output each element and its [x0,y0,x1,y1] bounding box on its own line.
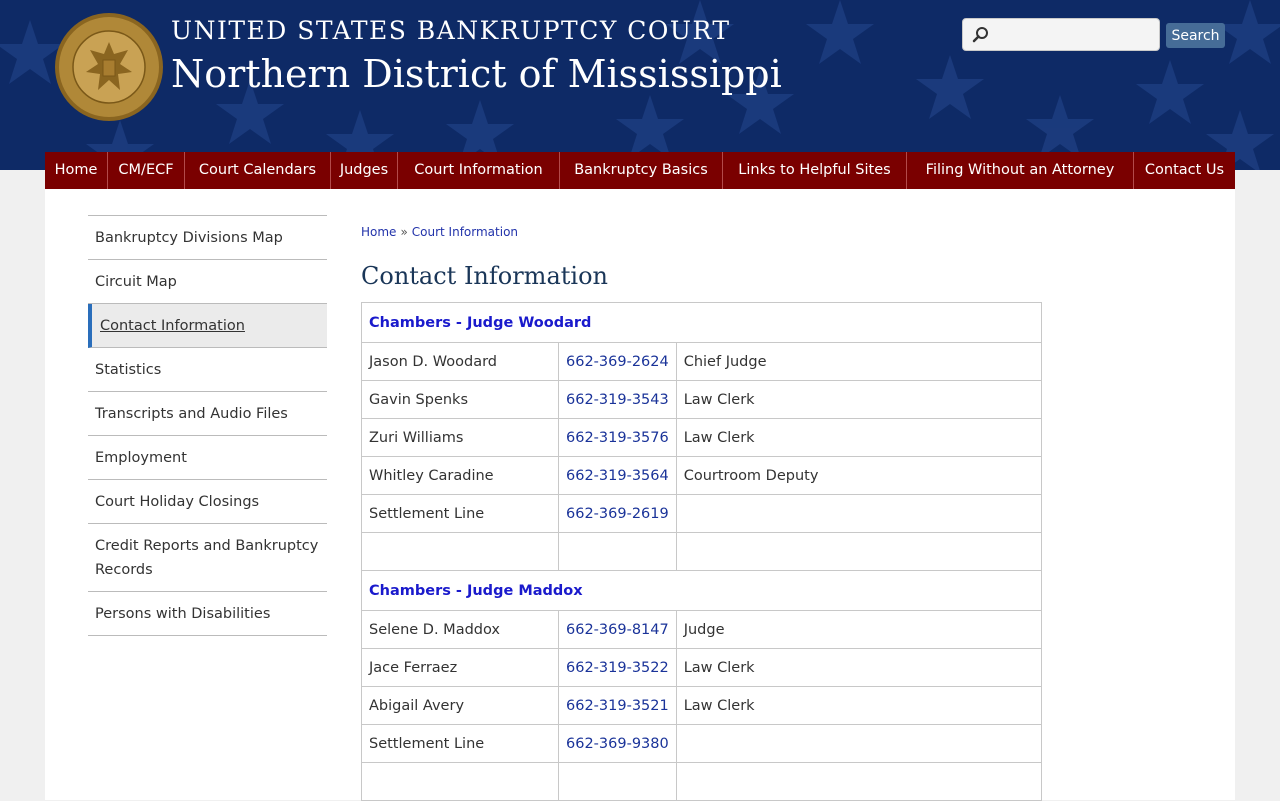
sidebar-item-circuit-map[interactable]: Circuit Map [88,260,327,304]
table-row: Selene D. Maddox 662-369-8147 Judge [361,610,1043,649]
phone-link [558,532,677,571]
phone-link[interactable]: 662-369-2624 [558,342,677,381]
nav-court-calendars[interactable]: Court Calendars [185,152,331,189]
contact-name: Gavin Spenks [361,380,559,419]
site-title-top: UNITED STATES BANKRUPTCY COURT [171,16,731,45]
sidebar-item-holiday-closings[interactable]: Court Holiday Closings [88,480,327,524]
contact-name: Jason D. Woodard [361,342,559,381]
contact-name: Settlement Line [361,494,559,533]
breadcrumb-home-link[interactable]: Home [361,225,396,239]
sidebar-item-contact-information[interactable]: Contact Information [88,304,327,348]
search-button[interactable]: Search [1166,23,1225,48]
phone-link[interactable]: 662-319-3522 [558,648,677,687]
table-row: Jason D. Woodard 662-369-2624 Chief Judg… [361,342,1043,381]
sidebar-item-label: Transcripts and Audio Files [95,406,288,422]
court-seal-logo [55,13,163,121]
contact-table: Chambers - Judge Woodard Jason D. Woodar… [361,302,1043,801]
phone-link [558,762,677,801]
contact-role: Law Clerk [675,380,1043,419]
nav-court-information[interactable]: Court Information [398,152,560,189]
table-row: Jace Ferraez 662-319-3522 Law Clerk [361,648,1043,687]
nav-filing-without-attorney[interactable]: Filing Without an Attorney [907,152,1134,189]
sidebar-item-credit-reports[interactable]: Credit Reports and Bankruptcy Records [88,524,327,592]
contact-role: Law Clerk [675,418,1043,457]
breadcrumb-court-information-link[interactable]: Court Information [412,225,518,239]
table-row: Settlement Line 662-369-9380 [361,724,1043,763]
sidebar-item-transcripts[interactable]: Transcripts and Audio Files [88,392,327,436]
contact-role [675,532,1043,571]
nav-links-helpful-sites[interactable]: Links to Helpful Sites [723,152,907,189]
nav-judges[interactable]: Judges [331,152,398,189]
sidebar-item-label: Contact Information [100,318,245,334]
search-icon [972,27,988,43]
breadcrumb-separator: » [400,225,408,239]
chambers-heading-link[interactable]: Chambers - Judge Maddox [361,570,1042,611]
table-row: Gavin Spenks 662-319-3543 Law Clerk [361,380,1043,419]
search-input[interactable] [993,23,1157,48]
table-row: Abigail Avery 662-319-3521 Law Clerk [361,686,1043,725]
contact-role [675,762,1043,801]
sidebar-item-label: Statistics [95,362,162,378]
contact-name [361,532,559,571]
table-row: Settlement Line 662-369-2619 [361,494,1043,533]
nav-home[interactable]: Home [45,152,108,189]
phone-link[interactable]: 662-319-3576 [558,418,677,457]
sidebar-item-bankruptcy-divisions-map[interactable]: Bankruptcy Divisions Map [88,216,327,260]
phone-link[interactable]: 662-319-3564 [558,456,677,495]
site-title-main[interactable]: Northern District of Mississippi [171,52,782,96]
main-nav: Home CM/ECF Court Calendars Judges Court… [45,152,1235,189]
sidebar-item-label: Bankruptcy Divisions Map [95,230,283,246]
sidebar-menu: Bankruptcy Divisions Map Circuit Map Con… [88,215,327,636]
breadcrumb: Home » Court Information [361,225,518,239]
sidebar-item-label: Court Holiday Closings [95,494,260,510]
sidebar-item-employment[interactable]: Employment [88,436,327,480]
contact-name: Whitley Caradine [361,456,559,495]
sidebar-item-label: Credit Reports and Bankruptcy Records [95,538,319,578]
site-header: UNITED STATES BANKRUPTCY COURT Northern … [0,0,1280,170]
table-row [361,532,1043,571]
phone-link[interactable]: 662-369-2619 [558,494,677,533]
contact-name [361,762,559,801]
table-row: Chambers - Judge Woodard [361,302,1042,343]
contact-name: Abigail Avery [361,686,559,725]
sidebar-item-label: Persons with Disabilities [95,606,271,622]
contact-role: Courtroom Deputy [675,456,1043,495]
table-row: Whitley Caradine 662-319-3564 Courtroom … [361,456,1043,495]
phone-link[interactable]: 662-319-3521 [558,686,677,725]
nav-cmecf[interactable]: CM/ECF [108,152,185,189]
sidebar-item-label: Employment [95,450,187,466]
contact-role [675,494,1043,533]
sidebar-item-statistics[interactable]: Statistics [88,348,327,392]
phone-link[interactable]: 662-369-8147 [558,610,677,649]
sidebar-item-label: Circuit Map [95,274,177,290]
table-row: Zuri Williams 662-319-3576 Law Clerk [361,418,1043,457]
table-row: Chambers - Judge Maddox [361,570,1042,611]
contact-role: Chief Judge [675,342,1043,381]
contact-name: Zuri Williams [361,418,559,457]
contact-role [675,724,1043,763]
contact-name: Jace Ferraez [361,648,559,687]
phone-link[interactable]: 662-369-9380 [558,724,677,763]
search-box [962,18,1160,51]
contact-role: Judge [675,610,1043,649]
page-title: Contact Information [361,262,608,290]
nav-contact-us[interactable]: Contact Us [1134,152,1235,189]
sidebar-item-persons-disabilities[interactable]: Persons with Disabilities [88,592,327,636]
contact-name: Selene D. Maddox [361,610,559,649]
contact-role: Law Clerk [675,648,1043,687]
nav-bankruptcy-basics[interactable]: Bankruptcy Basics [560,152,723,189]
contact-role: Law Clerk [675,686,1043,725]
chambers-heading-link[interactable]: Chambers - Judge Woodard [361,302,1042,343]
table-row [361,762,1043,801]
contact-name: Settlement Line [361,724,559,763]
phone-link[interactable]: 662-319-3543 [558,380,677,419]
